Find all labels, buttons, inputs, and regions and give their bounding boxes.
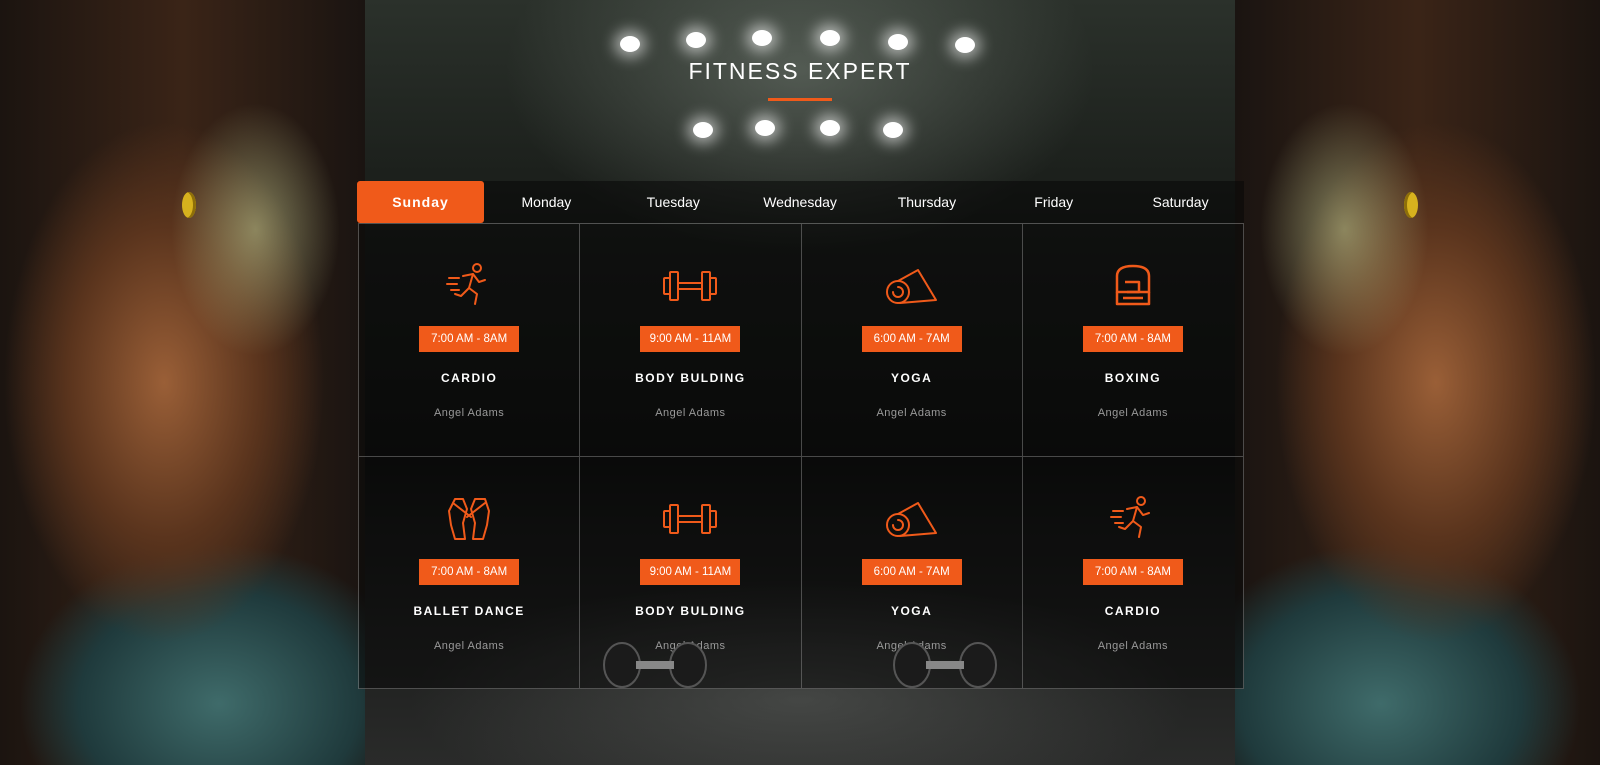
dumbbell-decoration-right [893,642,997,688]
stadium-light [955,37,975,53]
stadium-light [820,120,840,136]
stadium-light [755,120,775,136]
class-time: 7:00 AM - 8AM [419,558,520,585]
class-time: 9:00 AM - 11AM [640,558,741,585]
day-tabs: Sunday Monday Tuesday Wednesday Thursday… [357,181,1244,223]
running-icon [446,263,487,305]
class-card[interactable]: 9:00 AM - 11AM BODY BULDING Angel Adams [580,224,802,457]
page-title: FITNESS EXPERT [688,58,912,84]
tab-monday[interactable]: Monday [483,181,610,223]
earring [1404,192,1418,218]
class-name: BODY BULDING [635,371,746,385]
class-name: BODY BULDING [635,603,746,618]
class-time: 6:00 AM - 7AM [861,558,962,585]
trainer-name: Angel Adams [433,639,505,652]
ballet-shoes-icon [448,497,491,540]
class-name: BOXING [1104,371,1162,385]
tab-wednesday[interactable]: Wednesday [737,181,864,223]
tab-thursday[interactable]: Thursday [863,181,990,223]
earring [182,192,196,218]
athlete-photo-right [1235,0,1600,765]
stadium-light [888,34,908,50]
athlete-photo-left [0,0,365,765]
stadium-light [620,36,640,52]
class-time: 6:00 AM - 7AM [861,326,962,352]
tab-saturday[interactable]: Saturday [1117,181,1244,223]
class-name: CARDIO [1104,603,1162,618]
trainer-name: Angel Adams [1097,639,1169,652]
class-card[interactable]: 7:00 AM - 8AM BOXING Angel Adams [1022,224,1244,457]
class-card[interactable]: 6:00 AM - 7AM YOGA Angel Adams [801,224,1023,457]
boxing-glove-icon [1115,264,1151,306]
trainer-name: Angel Adams [655,407,726,419]
title-underline [768,98,832,101]
tab-friday[interactable]: Friday [990,181,1117,223]
dumbbell-icon [663,271,718,301]
yoga-mat-icon [885,269,937,304]
tab-sunday[interactable]: Sunday [357,181,484,223]
class-time: 9:00 AM - 11AM [640,326,741,352]
class-time: 7:00 AM - 8AM [1082,326,1183,352]
class-time: 7:00 AM - 8AM [1082,558,1183,585]
class-card[interactable]: 7:00 AM - 8AM CARDIO Angel Adams [1022,456,1244,689]
dumbbell-icon [663,503,718,534]
stadium-light [693,122,713,138]
class-name: BALLET DANCE [413,603,525,618]
class-name: YOGA [890,603,933,618]
class-name: CARDIO [440,371,498,385]
class-card[interactable]: 7:00 AM - 8AM CARDIO Angel Adams [359,224,581,457]
stadium-light [686,32,706,48]
trainer-name: Angel Adams [1097,407,1169,419]
stadium-light [820,30,840,46]
dumbbell-decoration-left [603,642,707,688]
schedule-grid: 7:00 AM - 8AM CARDIO Angel Adams 9:00 AM… [358,223,1244,689]
class-time: 7:00 AM - 8AM [419,326,520,352]
class-name: YOGA [890,371,933,385]
yoga-mat-icon [885,501,937,537]
stadium-light [883,122,903,138]
stadium-light [752,30,772,46]
trainer-name: Angel Adams [876,407,947,419]
tab-tuesday[interactable]: Tuesday [610,181,737,223]
class-card[interactable]: 7:00 AM - 8AM BALLET DANCE Angel Adams [359,456,581,689]
trainer-name: Angel Adams [433,407,505,419]
running-icon [1109,495,1150,538]
